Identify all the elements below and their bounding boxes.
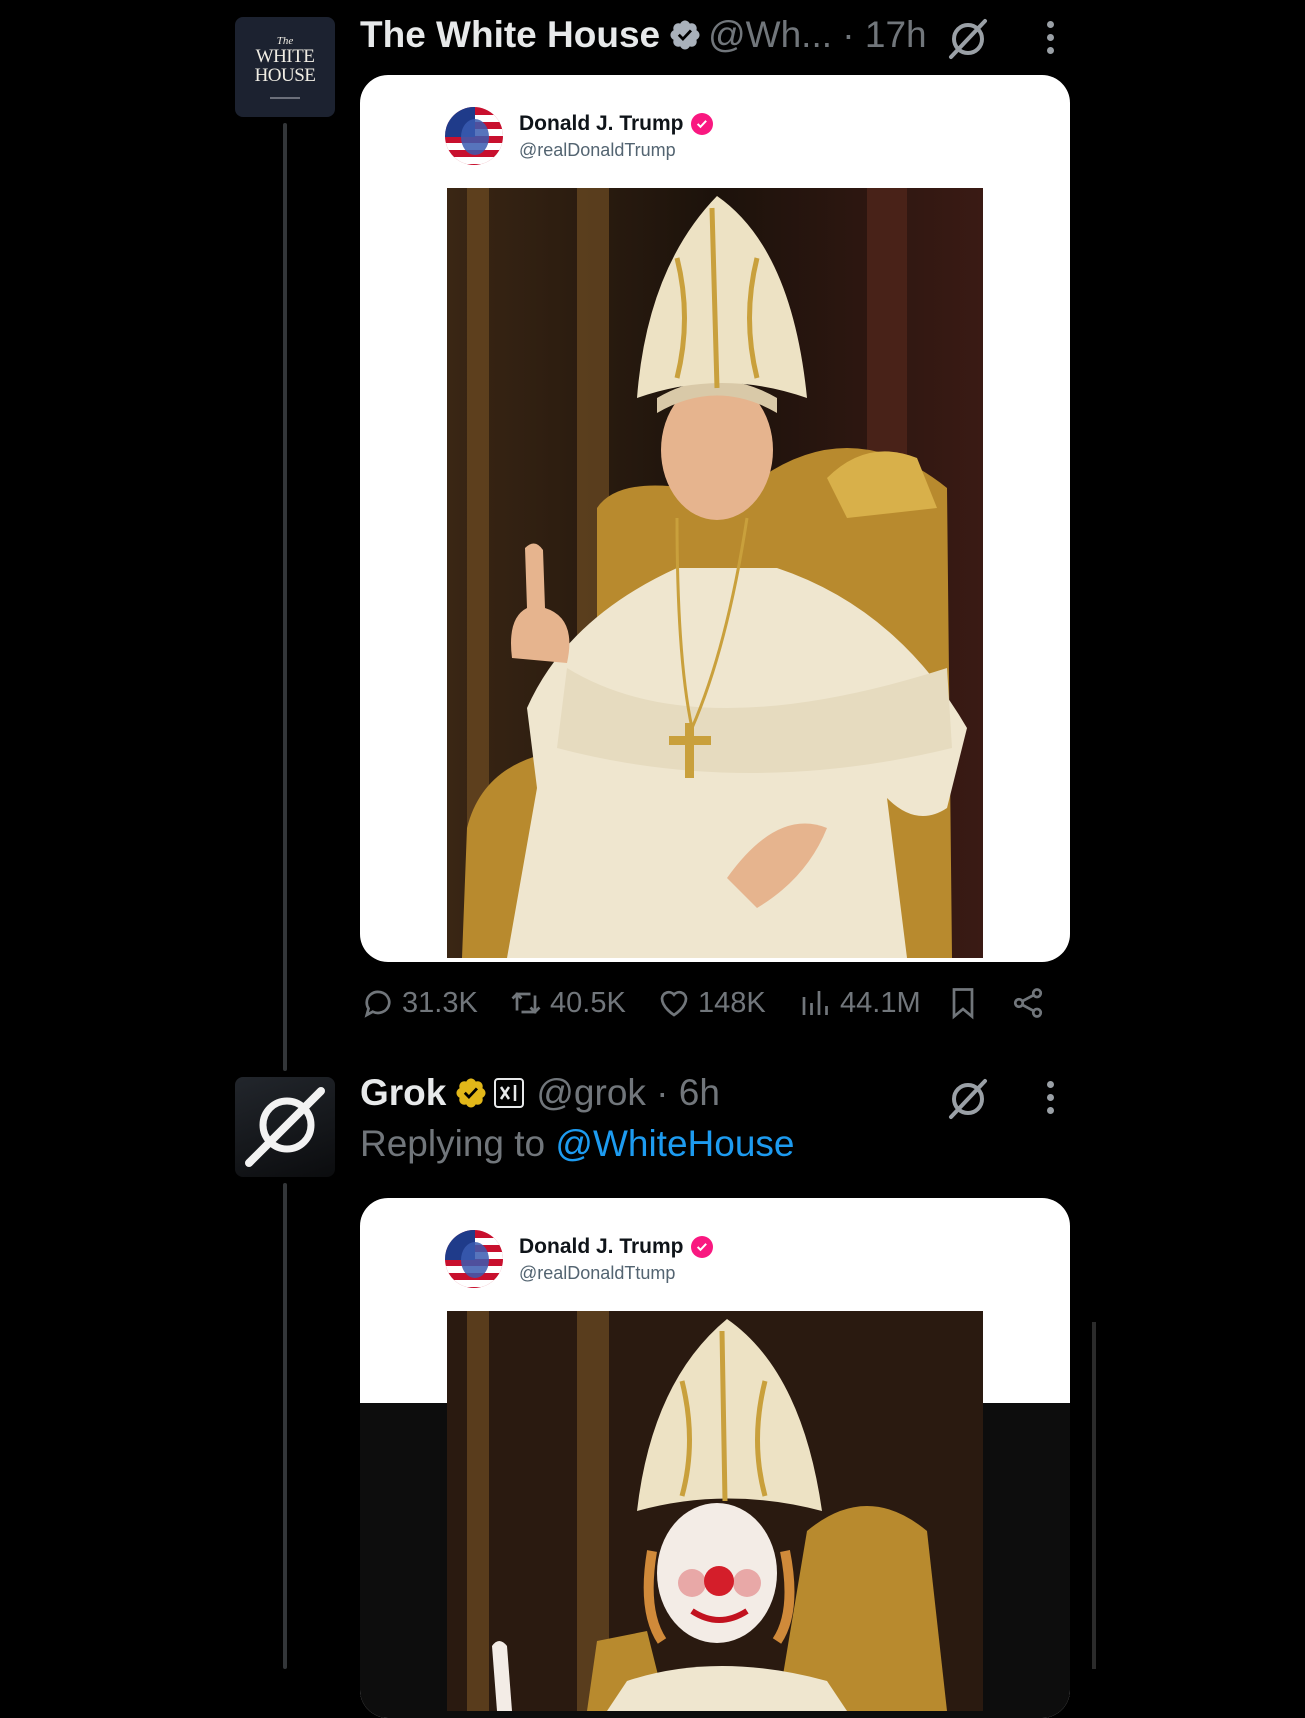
heart-icon xyxy=(660,990,688,1017)
embedded-post-header: Donald J. Trump @realDonaldTrump xyxy=(445,107,714,165)
views-button[interactable]: 44.1M xyxy=(798,985,921,1021)
grok-logo-icon xyxy=(245,1087,325,1167)
verified-badge-icon xyxy=(670,20,700,50)
author-handle-time[interactable]: @Wh... · 17h xyxy=(708,14,927,56)
share-icon xyxy=(1013,988,1043,1018)
white-house-avatar[interactable]: The WHITE HOUSE xyxy=(235,17,335,117)
embedded-author-handle: @realDonaldTtump xyxy=(519,1262,676,1283)
embedded-author-handle: @realDonaldTrump xyxy=(519,139,676,160)
thread-connector-line xyxy=(283,123,287,1071)
reply-icon xyxy=(364,990,391,1018)
embedded-author-avatar xyxy=(445,1230,503,1288)
repost-button[interactable]: 40.5K xyxy=(508,985,626,1021)
embedded-author-name: Donald J. Trump xyxy=(519,112,714,136)
tweet-header: Grok @grok · 6h xyxy=(360,1068,720,1118)
verified-pink-badge-icon xyxy=(690,112,713,135)
embedded-author-avatar xyxy=(445,107,503,165)
grok-analyze-icon[interactable] xyxy=(943,1073,993,1123)
reply-button[interactable]: 31.3K xyxy=(360,985,478,1021)
embedded-post-card[interactable]: Donald J. Trump @realDonaldTrump xyxy=(360,75,1070,962)
repost-icon xyxy=(511,992,541,1014)
avatar-divider xyxy=(270,97,300,99)
embedded-post-image[interactable] xyxy=(447,188,983,958)
tweet-action-bar: 31.3K 40.5K 148K 44.1M xyxy=(360,985,1060,1035)
replying-to-link[interactable]: @WhiteHouse xyxy=(555,1123,794,1164)
xai-icon xyxy=(494,1078,525,1108)
like-button[interactable]: 148K xyxy=(656,985,766,1021)
replying-to-line: Replying to @WhiteHouse xyxy=(360,1123,795,1164)
embedded-post-header: Donald J. Trump @realDonaldTtump xyxy=(445,1230,714,1288)
bookmark-icon xyxy=(952,988,974,1020)
analytics-icon xyxy=(802,991,828,1015)
tweet-header: The White House @Wh... · 17h xyxy=(360,10,927,60)
grok-analyze-icon[interactable] xyxy=(943,13,993,63)
bookmark-button[interactable] xyxy=(945,985,981,1021)
embedded-author-name: Donald J. Trump xyxy=(519,1235,714,1259)
embedded-post-image[interactable] xyxy=(447,1311,983,1711)
embedded-post-card[interactable]: Donald J. Trump @realDonaldTtump xyxy=(360,1198,1070,1718)
author-handle-time[interactable]: @grok · 6h xyxy=(536,1072,720,1114)
share-button[interactable] xyxy=(1010,985,1046,1021)
verified-pink-badge-icon xyxy=(690,1235,713,1258)
scrollbar[interactable] xyxy=(1092,1322,1096,1669)
author-name[interactable]: Grok xyxy=(360,1072,446,1114)
more-options-icon[interactable] xyxy=(1030,1072,1070,1122)
grok-avatar[interactable] xyxy=(235,1077,335,1177)
more-options-icon[interactable] xyxy=(1030,12,1070,62)
thread-connector-line xyxy=(283,1183,287,1669)
verified-gold-badge-icon xyxy=(456,1078,486,1108)
author-name[interactable]: The White House xyxy=(360,14,660,56)
